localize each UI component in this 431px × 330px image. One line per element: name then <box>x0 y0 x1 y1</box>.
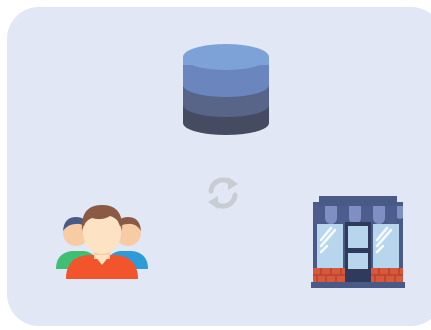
diagram-canvas <box>0 0 431 330</box>
store-awning <box>313 206 403 224</box>
store-door <box>345 222 371 282</box>
storefront-icon <box>311 196 405 288</box>
database-icon <box>183 43 269 137</box>
users-group-icon <box>54 203 150 281</box>
sync-icon <box>204 174 242 212</box>
